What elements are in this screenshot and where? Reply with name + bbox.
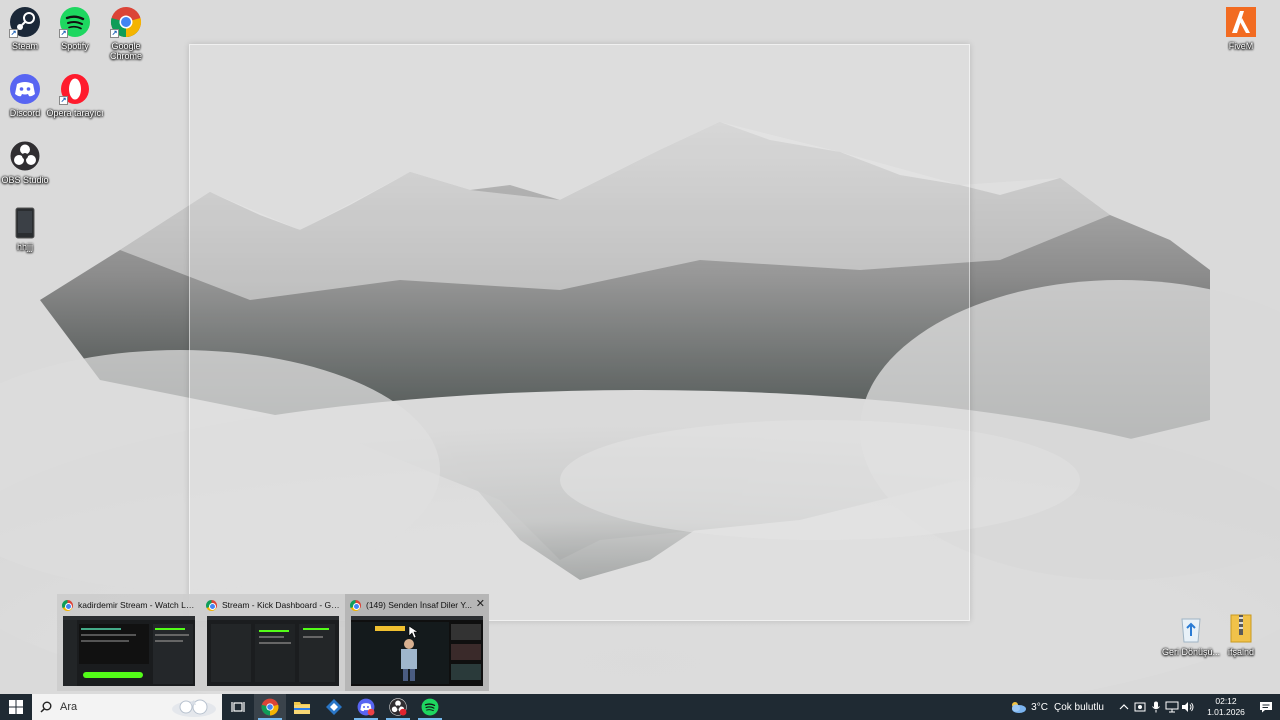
clock-date: 1.01.2026 — [1207, 707, 1245, 717]
search-input[interactable]: Ara — [32, 694, 222, 720]
search-icon — [40, 701, 52, 713]
thumbnail-preview — [63, 616, 195, 686]
clock[interactable]: 02:12 1.01.2026 — [1200, 696, 1252, 718]
taskbar-obs-button[interactable] — [382, 694, 414, 720]
microphone-icon — [1152, 701, 1160, 713]
notification-icon — [1260, 702, 1272, 713]
app-diamond-icon — [326, 699, 342, 715]
chevron-up-icon — [1119, 704, 1129, 710]
search-placeholder: Ara — [60, 701, 78, 713]
window-thumbnail[interactable]: Stream - Kick Dashboard - Goo... — [201, 594, 345, 691]
obs-icon — [389, 698, 407, 716]
window-thumbnail-active[interactable]: (149) Senden İnsaf Diler Y... ✕ — [345, 594, 489, 691]
taskbar-app-button[interactable] — [318, 694, 350, 720]
desktop-icon-folder[interactable]: ifşalnd — [1211, 612, 1271, 657]
tray-app-button[interactable] — [1132, 694, 1148, 720]
fivem-icon — [1225, 6, 1257, 38]
desktop-icon-obs[interactable]: OBS Studio — [0, 140, 55, 185]
taskbar-file-explorer-button[interactable] — [286, 694, 318, 720]
start-button[interactable] — [0, 694, 32, 720]
desktop-icon-hhjjj[interactable]: hhjjj — [0, 207, 55, 252]
spotify-icon: ↗ — [59, 6, 91, 38]
shortcut-arrow-icon: ↗ — [59, 96, 68, 105]
steam-icon: ↗ — [9, 6, 41, 38]
thumbnail-preview — [207, 616, 339, 686]
zip-folder-icon — [1225, 612, 1257, 644]
chrome-icon — [261, 698, 279, 716]
weather-temperature: 3°C — [1031, 701, 1048, 713]
task-view-icon — [231, 702, 245, 712]
desktop-icon-label: Opera tarayıcı — [46, 108, 104, 118]
tray-app-icon — [1134, 702, 1146, 712]
taskbar-discord-button[interactable] — [350, 694, 382, 720]
desktop-icon-label: ifşalnd — [1227, 647, 1254, 657]
taskbar-thumbnail-flyout: kadirdemir Stream - Watch Live... Stream… — [57, 594, 489, 691]
opera-icon: ↗ — [59, 73, 91, 105]
network-button[interactable] — [1164, 694, 1180, 720]
search-highlight-illustration-icon — [172, 699, 216, 717]
volume-button[interactable] — [1180, 694, 1196, 720]
microphone-button[interactable] — [1148, 694, 1164, 720]
task-view-button[interactable] — [222, 694, 254, 720]
thumbnail-title: (149) Senden İnsaf Diler Y... — [366, 600, 473, 610]
chrome-icon: ↗ — [110, 6, 142, 38]
weather-condition: Çok bulutlu — [1053, 701, 1104, 713]
taskbar: Ara 3°C Çok bulutlu 02:12 1.01.2026 — [0, 694, 1280, 720]
desktop-icon-label: hhjjj — [16, 242, 33, 252]
thumbnail-title: kadirdemir Stream - Watch Live... — [78, 600, 196, 610]
discord-icon — [9, 73, 41, 105]
taskbar-chrome-button[interactable] — [254, 694, 286, 720]
desktop-icon-label: Google Chrome — [109, 41, 142, 61]
notifications-button[interactable] — [1252, 694, 1280, 720]
cloud-icon — [1012, 702, 1027, 713]
windows-logo-icon — [9, 700, 23, 714]
window-thumbnail[interactable]: kadirdemir Stream - Watch Live... — [57, 594, 201, 691]
shortcut-arrow-icon: ↗ — [59, 29, 68, 38]
system-tray: 3°C Çok bulutlu 02:12 1.01.2026 — [1009, 694, 1280, 720]
thumbnail-preview — [351, 616, 483, 686]
window-peek-preview — [189, 44, 970, 621]
obs-icon — [9, 140, 41, 172]
desktop-icon-label: FiveM — [1228, 41, 1254, 51]
close-icon[interactable]: ✕ — [476, 597, 485, 610]
weather-widget[interactable]: 3°C Çok bulutlu — [1009, 700, 1104, 714]
thumbnail-title: Stream - Kick Dashboard - Goo... — [222, 600, 340, 610]
chrome-icon — [206, 599, 217, 611]
taskbar-spotify-button[interactable] — [414, 694, 446, 720]
spotify-icon — [421, 698, 439, 716]
discord-icon — [357, 698, 375, 716]
desktop-icon-label: OBS Studio — [1, 175, 49, 185]
clock-time: 02:12 — [1215, 696, 1237, 706]
desktop-icon-fivem[interactable]: FiveM — [1211, 6, 1271, 51]
shortcut-arrow-icon: ↗ — [9, 29, 18, 38]
recycle-bin-icon — [1175, 612, 1207, 644]
desktop-icon-opera[interactable]: ↗ Opera tarayıcı — [45, 73, 105, 118]
network-icon — [1165, 701, 1179, 713]
phone-file-icon — [9, 207, 41, 239]
desktop-icon-chrome[interactable]: ↗ Google Chrome — [96, 6, 156, 61]
chrome-icon — [350, 599, 361, 611]
folder-icon — [294, 702, 310, 714]
chrome-icon — [62, 599, 73, 611]
shortcut-arrow-icon: ↗ — [110, 29, 119, 38]
speaker-icon — [1182, 702, 1194, 712]
show-hidden-icons-button[interactable] — [1116, 694, 1132, 720]
